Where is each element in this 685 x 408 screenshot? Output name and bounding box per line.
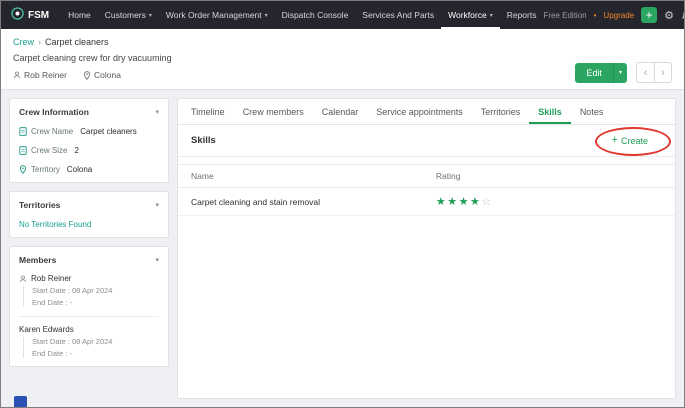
member-name[interactable]: Karen Edwards	[19, 325, 159, 334]
crew-description: Carpet cleaning crew for dry vacuuming	[13, 53, 672, 63]
create-skill-button[interactable]: + Create	[612, 136, 648, 146]
main-panel: Timeline Crew members Calendar Service a…	[177, 98, 676, 399]
nav-item-workforce[interactable]: Workforce▾	[441, 1, 500, 29]
brand-logo[interactable]: FSM	[11, 7, 49, 23]
chevron-down-icon: ▾	[155, 201, 159, 209]
next-record-button[interactable]: ›	[654, 63, 671, 82]
rating-stars: ★★★★☆	[436, 195, 493, 208]
column-header-rating: Rating	[436, 171, 461, 181]
member-tag: Rob Reiner	[13, 70, 67, 80]
edit-dropdown-button[interactable]: ▾	[613, 63, 627, 83]
upgrade-link[interactable]: Upgrade	[603, 11, 634, 20]
edition-label: Free Edition	[543, 11, 586, 20]
field-crew-size: Crew Size 2	[19, 146, 159, 155]
previous-record-button[interactable]: ‹	[637, 63, 654, 82]
tab-timeline[interactable]: Timeline	[182, 99, 234, 124]
settings-icon[interactable]: ⚙	[664, 9, 674, 22]
tab-crew-members[interactable]: Crew members	[234, 99, 313, 124]
skills-table: Name Rating Carpet cleaning and stain re…	[178, 164, 675, 216]
tab-service-appointments[interactable]: Service appointments	[367, 99, 472, 124]
panel-members: Members ▾ Rob Reiner Start Date : 08 Apr…	[9, 246, 169, 367]
chevron-down-icon: ▾	[149, 12, 152, 19]
breadcrumb: Crew › Carpet cleaners	[13, 37, 672, 47]
table-row[interactable]: Carpet cleaning and stain removal ★★★★☆	[178, 188, 675, 216]
star-filled-icon: ★	[436, 196, 447, 208]
star-filled-icon: ★	[470, 196, 481, 208]
plus-icon: +	[612, 136, 618, 145]
field-territory: Territory Colona	[19, 165, 159, 174]
section-title: Skills	[191, 135, 216, 146]
pin-icon	[19, 165, 27, 174]
field-crew-name: Crew Name Carpet cleaners	[19, 127, 159, 136]
app-window: FSM Home Customers▾ Work Order Managemen…	[0, 0, 685, 408]
panel-crew-information: Crew Information ▾ Crew Name Carpet clea…	[9, 98, 169, 183]
member-item[interactable]: Karen Edwards Start Date : 08 Apr 2024 E…	[19, 316, 159, 358]
territories-empty-state: No Territories Found	[19, 220, 159, 229]
member-start-date: Start Date : 08 Apr 2024	[32, 286, 159, 295]
star-empty-icon: ☆	[481, 196, 492, 208]
tab-notes[interactable]: Notes	[571, 99, 613, 124]
chevron-down-icon: ▾	[155, 108, 159, 116]
star-filled-icon: ★	[447, 196, 458, 208]
breadcrumb-link-crew[interactable]: Crew	[13, 37, 34, 47]
chevron-down-icon: ▾	[155, 256, 159, 264]
panel-territories: Territories ▾ No Territories Found	[9, 191, 169, 238]
notifications-bell-icon[interactable]	[681, 10, 685, 21]
star-filled-icon: ★	[459, 196, 470, 208]
primary-nav: Home Customers▾ Work Order Management▾ D…	[61, 1, 543, 29]
nav-item-dispatch-console[interactable]: Dispatch Console	[275, 1, 356, 29]
record-pager: ‹ ›	[636, 62, 672, 83]
member-start-date: Start Date : 08 Apr 2024	[32, 337, 159, 346]
breadcrumb-current: Carpet cleaners	[45, 37, 109, 47]
member-dates: Start Date : 08 Apr 2024 End Date : -	[23, 286, 159, 307]
quick-add-button[interactable]: +	[641, 7, 657, 23]
territory-tag: Colona	[83, 70, 121, 80]
record-tags: Rob Reiner Colona	[13, 70, 672, 80]
member-end-date: End Date : -	[32, 349, 159, 358]
person-icon	[19, 275, 27, 283]
pin-icon	[83, 71, 91, 80]
fsm-logo-icon	[11, 7, 24, 23]
chevron-down-icon: ▾	[490, 12, 493, 19]
document-icon	[19, 146, 27, 155]
nav-item-customers[interactable]: Customers▾	[98, 1, 159, 29]
edit-button[interactable]: Edit	[575, 63, 613, 83]
edit-split-button: Edit ▾	[575, 63, 627, 83]
tab-bar: Timeline Crew members Calendar Service a…	[178, 99, 675, 125]
brand-name: FSM	[28, 10, 49, 21]
territories-header[interactable]: Territories ▾	[19, 200, 159, 210]
header-actions: Edit ▾ ‹ ›	[575, 62, 672, 83]
create-wrap: + Create	[612, 136, 648, 146]
members-header[interactable]: Members ▾	[19, 255, 159, 265]
person-icon	[13, 71, 21, 79]
skills-section-header: Skills + Create	[178, 125, 675, 157]
member-item[interactable]: Rob Reiner Start Date : 08 Apr 2024 End …	[19, 274, 159, 307]
nav-right-controls: Free Edition • Upgrade + ⚙	[543, 7, 685, 24]
tab-calendar[interactable]: Calendar	[313, 99, 368, 124]
chevron-down-icon: ▾	[265, 12, 268, 19]
nav-item-work-order-management[interactable]: Work Order Management▾	[159, 1, 275, 29]
nav-item-home[interactable]: Home	[61, 1, 98, 29]
document-icon	[19, 127, 27, 136]
member-name[interactable]: Rob Reiner	[19, 274, 159, 283]
content-area: Crew Information ▾ Crew Name Carpet clea…	[1, 90, 684, 407]
breadcrumb-separator-icon: ›	[38, 37, 41, 47]
skill-name-cell: Carpet cleaning and stain removal	[191, 197, 436, 207]
chat-widget[interactable]	[14, 396, 27, 407]
crew-information-header[interactable]: Crew Information ▾	[19, 107, 159, 117]
column-header-name: Name	[191, 171, 436, 181]
sidebar: Crew Information ▾ Crew Name Carpet clea…	[9, 98, 169, 399]
tab-territories[interactable]: Territories	[472, 99, 530, 124]
record-header: Crew › Carpet cleaners Carpet cleaning c…	[1, 29, 684, 90]
member-dates: Start Date : 08 Apr 2024 End Date : -	[23, 337, 159, 358]
top-navbar: FSM Home Customers▾ Work Order Managemen…	[1, 1, 684, 29]
table-header: Name Rating	[178, 164, 675, 188]
upgrade-dot: •	[594, 11, 597, 20]
tab-skills[interactable]: Skills	[529, 99, 571, 124]
nav-item-services-and-parts[interactable]: Services And Parts	[355, 1, 441, 29]
chevron-down-icon: ▾	[619, 69, 622, 76]
nav-item-reports[interactable]: Reports	[500, 1, 544, 29]
member-end-date: End Date : -	[32, 298, 159, 307]
